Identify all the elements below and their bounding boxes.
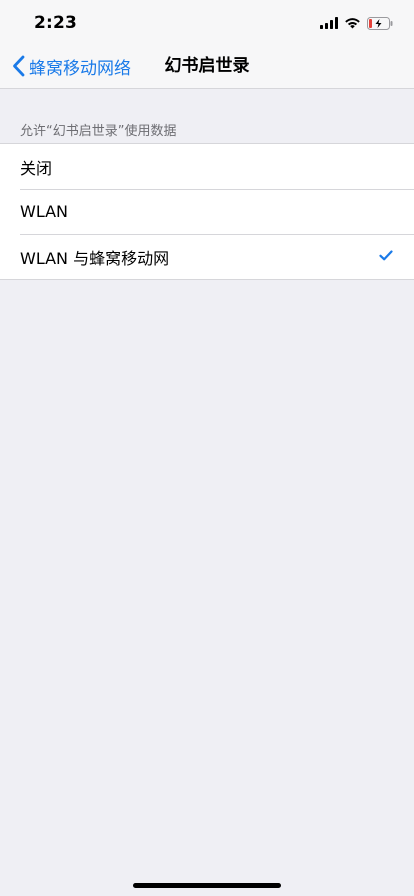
back-button[interactable]: 蜂窝移动网络: [12, 44, 131, 88]
wifi-icon: [345, 18, 360, 29]
section-header: 允许“幻书启世录”使用数据: [20, 124, 177, 139]
option-wlan-and-cellular[interactable]: WLAN 与蜂窝移动网: [0, 234, 414, 279]
data-usage-options-list: 关闭 WLAN WLAN 与蜂窝移动网: [0, 143, 414, 280]
status-icons: [320, 16, 394, 30]
option-label: WLAN 与蜂窝移动网: [20, 248, 170, 268]
chevron-left-icon: [13, 55, 25, 77]
home-indicator[interactable]: [133, 883, 281, 888]
option-wlan[interactable]: WLAN: [0, 189, 414, 234]
option-off[interactable]: 关闭: [0, 144, 414, 189]
checkmark-icon: [379, 250, 393, 261]
option-label: 关闭: [20, 158, 53, 178]
navigation-bar: 蜂窝移动网络 幻书启世录: [0, 44, 414, 89]
cellular-signal-icon: [320, 17, 338, 29]
status-bar: 2:23: [0, 0, 414, 44]
status-time: 2:23: [34, 13, 78, 33]
option-label: WLAN: [20, 202, 69, 221]
battery-charging-icon: [367, 16, 393, 30]
back-button-label: 蜂窝移动网络: [29, 58, 131, 79]
